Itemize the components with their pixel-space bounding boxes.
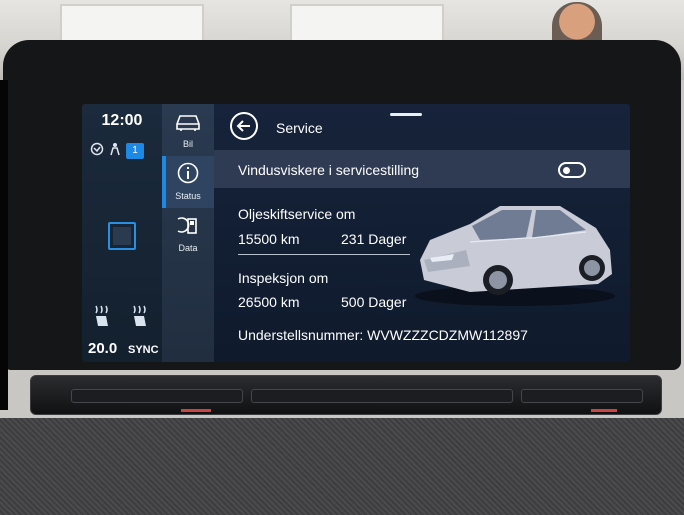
wiper-service-row[interactable]: Vindusviskere i servicestilling <box>214 150 630 188</box>
oil-service-label: Oljeskiftservice om <box>238 206 356 222</box>
drag-handle[interactable] <box>390 113 422 116</box>
sync-button[interactable]: SYNC <box>128 344 159 356</box>
seat-heating-right-icon[interactable] <box>130 304 150 333</box>
inspection-label: Inspeksjon om <box>238 270 329 286</box>
air-vent <box>30 375 662 415</box>
divider <box>238 254 410 255</box>
nav-item-label: Data <box>178 243 198 253</box>
dashboard-edge <box>0 80 8 410</box>
vent-slat[interactable] <box>71 389 243 403</box>
climate-mode-button[interactable] <box>108 222 136 250</box>
wireless-icon <box>90 142 104 159</box>
car-image <box>415 206 615 306</box>
vent-indicator <box>591 409 617 412</box>
vent-indicator <box>181 409 211 412</box>
climate-panel: 12:00 1 20.0 SYNC <box>82 104 162 362</box>
fuel-data-icon <box>177 217 197 234</box>
person-status-icon <box>108 142 122 159</box>
vent-slat[interactable] <box>251 389 513 403</box>
clock: 12:00 <box>101 112 143 129</box>
wiper-service-label: Vindusviskere i servicestilling <box>238 162 420 178</box>
vent-slat[interactable] <box>521 389 643 403</box>
inspection-days: 500 Dager <box>341 294 407 310</box>
oil-service-distance: 15500 km <box>238 231 300 247</box>
oil-service-days: 231 Dager <box>341 231 407 247</box>
car-icon <box>176 115 200 131</box>
back-arrow-icon <box>236 120 250 132</box>
seat-heating-left-icon[interactable] <box>92 304 112 333</box>
nav-item-status[interactable]: Status <box>162 156 214 208</box>
nav-item-label: Bil <box>182 139 193 149</box>
wiper-service-toggle[interactable] <box>558 162 586 178</box>
nav-item-data[interactable]: Data <box>162 208 214 260</box>
side-navigation: Bil Status Data <box>162 104 214 362</box>
inspection-distance: 26500 km <box>238 294 300 310</box>
infotainment-screen: 12:00 1 20.0 SYNC Bil Status Data Servic… <box>82 104 630 362</box>
nav-item-bil[interactable]: Bil <box>162 104 214 156</box>
dashboard-fabric <box>0 418 684 515</box>
service-panel: Service Vindusviskere i servicestilling … <box>214 104 630 362</box>
vin-number: Understellsnummer: WVWZZZCDZMW112897 <box>238 327 528 343</box>
notification-badge[interactable]: 1 <box>126 142 144 159</box>
back-button[interactable] <box>230 112 258 140</box>
nav-item-label: Status <box>175 191 201 201</box>
status-icons: 1 <box>90 142 144 159</box>
info-icon <box>177 162 199 184</box>
page-title: Service <box>276 120 323 136</box>
temperature-readout[interactable]: 20.0 <box>88 340 117 357</box>
